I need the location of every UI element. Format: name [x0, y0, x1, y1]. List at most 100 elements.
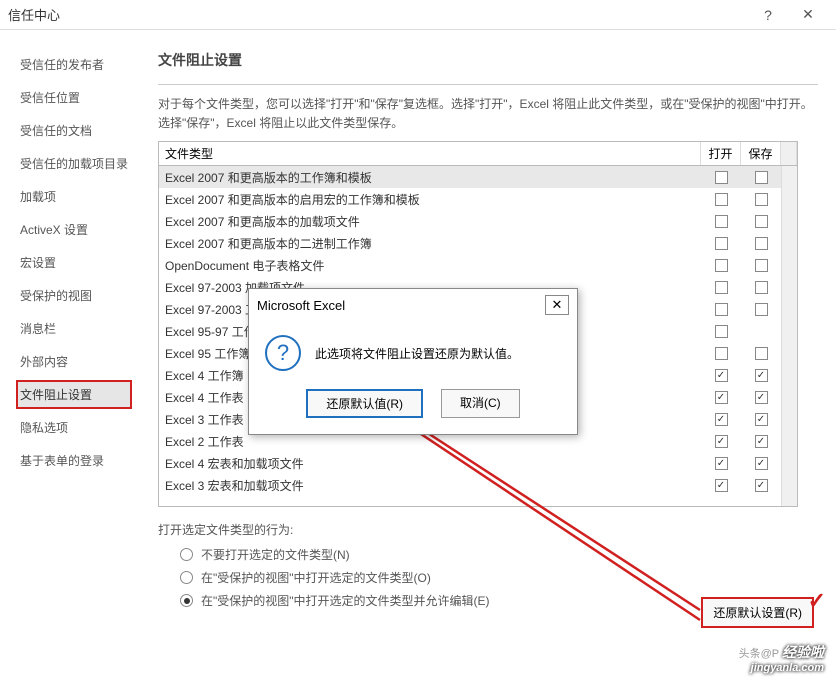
table-row[interactable]: Excel 3 宏表和加载项文件 [159, 474, 797, 496]
open-checkbox[interactable] [715, 325, 728, 338]
save-cell [741, 457, 781, 470]
table-row[interactable]: Excel 4 宏表和加载项文件 [159, 452, 797, 474]
restore-defaults-label: 还原默认设置(R) [713, 606, 802, 620]
radio-label: 在"受保护的视图"中打开选定的文件类型并允许编辑(E) [201, 592, 490, 609]
save-cell [741, 413, 781, 426]
save-checkbox[interactable] [755, 171, 768, 184]
sidebar-item-6[interactable]: 宏设置 [16, 248, 132, 277]
sidebar-item-4[interactable]: 加载项 [16, 182, 132, 211]
watermark-line3: jingyanla.com [751, 662, 824, 674]
dialog-ok-button[interactable]: 还原默认值(R) [306, 389, 423, 418]
sidebar-item-2[interactable]: 受信任的文档 [16, 116, 132, 145]
dialog-ok-label: 还原默认值(R) [326, 397, 403, 411]
save-checkbox[interactable] [755, 347, 768, 360]
th-scrollbar [781, 142, 797, 165]
table-row[interactable]: Excel 2007 和更高版本的启用宏的工作簿和模板 [159, 188, 797, 210]
save-cell [741, 369, 781, 382]
open-checkbox[interactable] [715, 369, 728, 382]
confirm-dialog: Microsoft Excel ✕ ? 此选项将文件阻止设置还原为默认值。 还原… [248, 288, 578, 435]
save-checkbox[interactable] [755, 435, 768, 448]
sidebar-item-10[interactable]: 文件阻止设置 [16, 380, 132, 409]
radio-button[interactable] [180, 571, 193, 584]
save-checkbox[interactable] [755, 237, 768, 250]
open-checkbox[interactable] [715, 237, 728, 250]
open-cell [701, 171, 741, 184]
restore-defaults-button[interactable]: 还原默认设置(R) [701, 597, 814, 628]
filetype-label: Excel 4 宏表和加载项文件 [165, 455, 701, 472]
filetype-label: Excel 2007 和更高版本的工作簿和模板 [165, 169, 701, 186]
open-cell [701, 325, 741, 338]
filetype-label: OpenDocument 电子表格文件 [165, 257, 701, 274]
save-checkbox[interactable] [755, 215, 768, 228]
sidebar-item-5[interactable]: ActiveX 设置 [16, 215, 132, 244]
save-cell [741, 237, 781, 250]
table-row[interactable]: Excel 2007 和更高版本的工作簿和模板 [159, 166, 797, 188]
open-checkbox[interactable] [715, 193, 728, 206]
filetype-label: Excel 2 工作表 [165, 433, 701, 450]
save-checkbox[interactable] [755, 281, 768, 294]
save-checkbox[interactable] [755, 303, 768, 316]
table-row[interactable]: Excel 2007 和更高版本的二进制工作簿 [159, 232, 797, 254]
open-checkbox[interactable] [715, 171, 728, 184]
open-cell [701, 281, 741, 294]
dialog-cancel-button[interactable]: 取消(C) [441, 389, 520, 418]
save-cell [741, 215, 781, 228]
open-cell [701, 215, 741, 228]
save-checkbox[interactable] [755, 391, 768, 404]
watermark-line1: 头条@P [739, 648, 779, 660]
sidebar-item-3[interactable]: 受信任的加载项目录 [16, 149, 132, 178]
dialog-message: 此选项将文件阻止设置还原为默认值。 [315, 345, 519, 362]
open-checkbox[interactable] [715, 259, 728, 272]
sidebar-item-9[interactable]: 外部内容 [16, 347, 132, 376]
sidebar-item-8[interactable]: 消息栏 [16, 314, 132, 343]
save-checkbox[interactable] [755, 457, 768, 470]
sidebar: 受信任的发布者受信任位置受信任的文档受信任的加载项目录加载项 ActiveX 设置… [0, 30, 140, 650]
save-checkbox[interactable] [755, 413, 768, 426]
panel-desc: 对于每个文件类型，您可以选择"打开"和"保存"复选框。选择"打开"，Excel … [158, 95, 818, 133]
open-checkbox[interactable] [715, 281, 728, 294]
open-cell [701, 435, 741, 448]
filetype-label: Excel 3 宏表和加载项文件 [165, 477, 701, 494]
sidebar-item-1[interactable]: 受信任位置 [16, 83, 132, 112]
th-open[interactable]: 打开 [701, 142, 741, 165]
open-cell [701, 303, 741, 316]
save-checkbox[interactable] [755, 369, 768, 382]
open-cell [701, 259, 741, 272]
sidebar-item-11[interactable]: 隐私选项 [16, 413, 132, 442]
save-cell [741, 435, 781, 448]
open-checkbox[interactable] [715, 215, 728, 228]
radio-button[interactable] [180, 548, 193, 561]
open-cell [701, 479, 741, 492]
dialog-close-button[interactable]: ✕ [545, 295, 569, 315]
table-row[interactable]: OpenDocument 电子表格文件 [159, 254, 797, 276]
open-checkbox[interactable] [715, 303, 728, 316]
save-checkbox[interactable] [755, 193, 768, 206]
th-filetype[interactable]: 文件类型 [159, 142, 701, 165]
table-row[interactable]: Excel 2007 和更高版本的加载项文件 [159, 210, 797, 232]
dialog-body: ? 此选项将文件阻止设置还原为默认值。 [249, 321, 577, 379]
sidebar-item-12[interactable]: 基于表单的登录 [16, 446, 132, 475]
open-checkbox[interactable] [715, 479, 728, 492]
sidebar-item-7[interactable]: 受保护的视图 [16, 281, 132, 310]
open-checkbox[interactable] [715, 413, 728, 426]
save-cell [741, 259, 781, 272]
open-checkbox[interactable] [715, 435, 728, 448]
save-checkbox[interactable] [755, 479, 768, 492]
sidebar-item-0[interactable]: 受信任的发布者 [16, 50, 132, 79]
open-checkbox[interactable] [715, 347, 728, 360]
radio-label: 在"受保护的视图"中打开选定的文件类型(O) [201, 569, 431, 586]
open-checkbox[interactable] [715, 391, 728, 404]
filetype-label: Excel 2007 和更高版本的二进制工作簿 [165, 235, 701, 252]
dialog-buttons: 还原默认值(R) 取消(C) [249, 379, 577, 434]
save-checkbox[interactable] [755, 259, 768, 272]
scrollbar[interactable] [781, 166, 797, 506]
radio-label: 不要打开选定的文件类型(N) [201, 546, 350, 563]
radio-row-0[interactable]: 不要打开选定的文件类型(N) [180, 546, 818, 563]
radio-row-1[interactable]: 在"受保护的视图"中打开选定的文件类型(O) [180, 569, 818, 586]
help-button[interactable]: ? [748, 0, 788, 30]
open-checkbox[interactable] [715, 457, 728, 470]
close-button[interactable]: ✕ [788, 0, 828, 30]
radio-button[interactable] [180, 594, 193, 607]
th-save[interactable]: 保存 [741, 142, 781, 165]
panel-title: 文件阻止设置 [158, 50, 818, 70]
